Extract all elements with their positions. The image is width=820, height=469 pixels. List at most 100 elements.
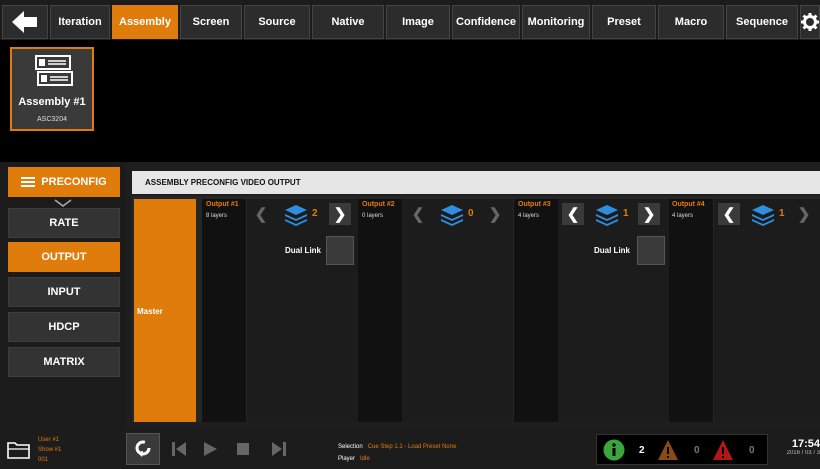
prev-layer-button[interactable]: ❮ <box>562 203 584 225</box>
hamburger-icon <box>21 175 36 189</box>
play-button[interactable] <box>193 433 227 465</box>
assembly-list: Assembly #1 ASC3204 <box>0 40 820 162</box>
output-label-column <box>514 199 558 422</box>
prev-layer-button[interactable]: ❮ <box>718 203 740 225</box>
clock: 17:54 2016 / 03 / 3 <box>776 438 820 456</box>
layer-count: 2 <box>312 208 318 219</box>
prev-layer-button[interactable]: ❮ <box>250 203 272 225</box>
output-label-column <box>202 199 246 422</box>
menu-item-input[interactable]: INPUT <box>8 277 120 307</box>
chevron-down-icon <box>54 199 72 207</box>
tab-macro[interactable]: Macro <box>658 5 724 39</box>
assembly-model: ASC3204 <box>37 116 67 123</box>
output-layers: 4 layers <box>672 213 694 219</box>
output-panel <box>402 199 513 422</box>
user-name: User #1 <box>38 437 60 443</box>
tab-source[interactable]: Source <box>244 5 310 39</box>
gear-icon <box>801 13 819 31</box>
output-config-panel: Master Output #1 8 layers ❮ 2 ❯ Dual Lin… <box>132 196 820 422</box>
menu-item-rate[interactable]: RATE <box>8 208 120 238</box>
loop-button[interactable] <box>126 433 160 465</box>
layer-count: 1 <box>779 208 785 219</box>
content-header: ASSEMBLY PRECONFIG VIDEO OUTPUT <box>132 171 820 194</box>
preconfig-button[interactable]: PRECONFIG <box>8 167 120 197</box>
layers-icon <box>285 205 307 226</box>
output-panel <box>247 199 358 422</box>
skip-forward-button[interactable] <box>262 433 296 465</box>
error-count: 0 <box>749 445 755 456</box>
layers-icon <box>441 205 463 226</box>
error-icon[interactable] <box>712 439 734 461</box>
preconfig-menu: PRECONFIG RATE OUTPUT INPUT HDCP MATRIX <box>0 162 126 430</box>
output-title: Output #1 <box>206 201 239 208</box>
layer-count: 0 <box>468 208 474 219</box>
show-number: 001 <box>38 457 49 463</box>
tab-sequence[interactable]: Sequence <box>726 5 798 39</box>
selection-label: Selection <box>338 444 363 450</box>
tab-assembly[interactable]: Assembly <box>112 5 178 39</box>
master-label: Master <box>137 307 163 316</box>
preconfig-label: PRECONFIG <box>41 176 107 188</box>
dual-link-label: Dual Link <box>285 246 322 255</box>
tab-confidence[interactable]: Confidence <box>452 5 520 39</box>
next-layer-button[interactable]: ❯ <box>638 203 660 225</box>
layer-count: 1 <box>623 208 629 219</box>
output-panel <box>558 199 669 422</box>
loop-icon <box>135 440 151 457</box>
layers-icon <box>752 205 774 226</box>
output-layers: 4 layers <box>518 213 540 219</box>
menu-item-hdcp[interactable]: HDCP <box>8 312 120 342</box>
info-icon[interactable] <box>603 439 625 461</box>
stop-button[interactable] <box>226 433 260 465</box>
output-title: Output #2 <box>362 201 395 208</box>
dual-link-label: Dual Link <box>594 246 631 255</box>
content-title: ASSEMBLY PRECONFIG VIDEO OUTPUT <box>145 178 301 187</box>
session-info: User #1 Show #1 001 <box>38 435 61 465</box>
tab-screen[interactable]: Screen <box>180 5 242 39</box>
alerts-panel[interactable]: 2 0 0 <box>596 434 768 465</box>
output-title: Output #3 <box>518 201 551 208</box>
next-layer-button[interactable]: ❯ <box>329 203 351 225</box>
output-layers: 0 layers <box>362 213 384 219</box>
playback-status: Selection Cue Step 1.1 - Load Preset None… <box>338 441 456 465</box>
status-bar: User #1 Show #1 001 Selection Cue Step 1.… <box>0 430 820 469</box>
layers-icon <box>596 205 618 226</box>
warning-count: 0 <box>694 445 700 456</box>
settings-button[interactable] <box>800 5 820 39</box>
menu-item-output[interactable]: OUTPUT <box>8 242 120 272</box>
show-name: Show #1 <box>38 447 62 453</box>
back-button[interactable] <box>2 5 48 39</box>
device-icon <box>35 55 73 86</box>
play-icon <box>204 442 217 456</box>
output-layers: 8 layers <box>206 213 228 219</box>
clock-time: 17:54 <box>791 438 820 450</box>
assembly-card[interactable]: Assembly #1 ASC3204 <box>10 47 94 131</box>
assembly-name: Assembly #1 <box>18 96 86 108</box>
info-count: 2 <box>639 445 645 456</box>
menu-item-matrix[interactable]: MATRIX <box>8 347 120 377</box>
master-column[interactable]: Master <box>134 199 196 422</box>
next-layer-button[interactable]: ❯ <box>794 203 814 225</box>
player-label: Player <box>338 456 356 462</box>
next-layer-button[interactable]: ❯ <box>484 203 506 225</box>
folder-icon[interactable] <box>7 441 31 459</box>
dual-link-checkbox[interactable] <box>637 236 665 265</box>
skip-back-icon <box>172 442 186 456</box>
player-value: Idle <box>360 456 370 462</box>
output-title: Output #4 <box>672 201 705 208</box>
stop-icon <box>237 443 249 455</box>
tab-image[interactable]: Image <box>386 5 450 39</box>
dual-link-checkbox[interactable] <box>326 236 354 265</box>
skip-forward-icon <box>272 442 286 456</box>
tab-iteration[interactable]: Iteration <box>50 5 110 39</box>
prev-layer-button[interactable]: ❮ <box>407 203 429 225</box>
output-label-column <box>358 199 402 422</box>
tab-native[interactable]: Native <box>312 5 384 39</box>
tab-preset[interactable]: Preset <box>592 5 656 39</box>
output-label-column <box>669 199 713 422</box>
skip-back-button[interactable] <box>162 433 196 465</box>
top-nav: Iteration Assembly Screen Source Native … <box>0 0 820 40</box>
clock-date: 2016 / 03 / 3 <box>786 450 820 456</box>
warning-icon[interactable] <box>657 439 679 461</box>
tab-monitoring[interactable]: Monitoring <box>522 5 590 39</box>
